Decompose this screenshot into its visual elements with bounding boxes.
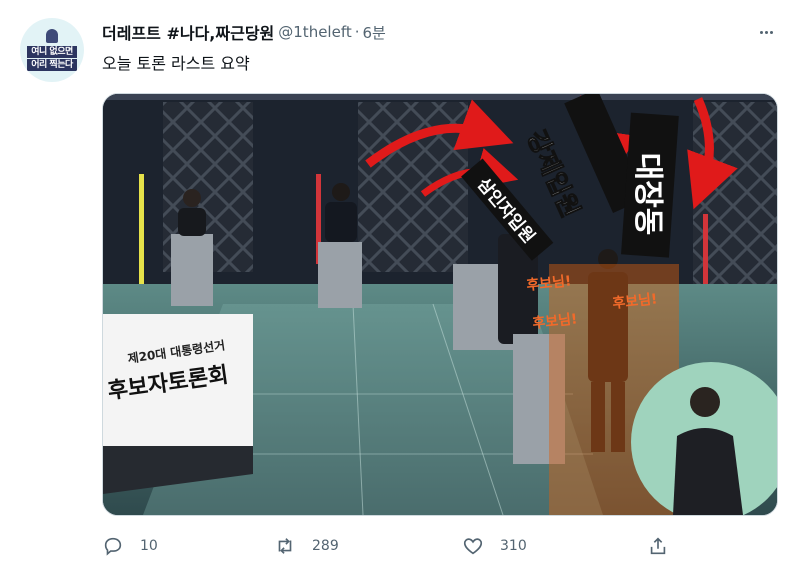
retweet-icon xyxy=(278,538,292,554)
user-handle[interactable]: @1theleft xyxy=(278,23,351,41)
avatar-figure xyxy=(46,29,58,43)
retweet-button[interactable]: 289 xyxy=(274,530,339,562)
reply-count: 10 xyxy=(140,538,158,554)
more-options-icon[interactable] xyxy=(750,20,782,44)
tweet-header: 더레프트 #나다,짜근당원 @1theleft · 6분 xyxy=(102,20,386,44)
tweet-media[interactable]: 제20대 대통령선거 후보자토론회 강제입원 삼인자입원 대장동 후보님! 후보… xyxy=(102,93,778,516)
share-icon xyxy=(650,537,666,555)
avatar-text-1: 여니 없으면 xyxy=(27,46,77,58)
caption-3: 대장동 xyxy=(621,112,679,258)
reply-icon xyxy=(104,537,122,556)
avatar[interactable]: 여니 없으면 어리 찍는다 xyxy=(20,18,84,82)
like-button[interactable]: 310 xyxy=(462,530,527,562)
like-count: 310 xyxy=(500,538,527,554)
like-icon xyxy=(463,538,483,555)
reply-button[interactable]: 10 xyxy=(102,530,158,562)
debate-stage-image: 제20대 대통령선거 후보자토론회 강제입원 삼인자입원 대장동 후보님! 후보… xyxy=(103,94,777,515)
share-button[interactable] xyxy=(647,530,669,562)
separator-dot: · xyxy=(354,23,360,41)
timestamp[interactable]: 6분 xyxy=(363,22,386,43)
tweet-text: 오늘 토론 라스트 요약 xyxy=(102,54,250,73)
display-name[interactable]: 더레프트 #나다,짜근당원 xyxy=(102,20,274,44)
retweet-count: 289 xyxy=(312,538,339,554)
svg-text:대장동: 대장동 xyxy=(630,153,665,236)
tweet-actions: 10 289 310 xyxy=(102,530,682,562)
avatar-text-2: 어리 찍는다 xyxy=(27,59,77,71)
